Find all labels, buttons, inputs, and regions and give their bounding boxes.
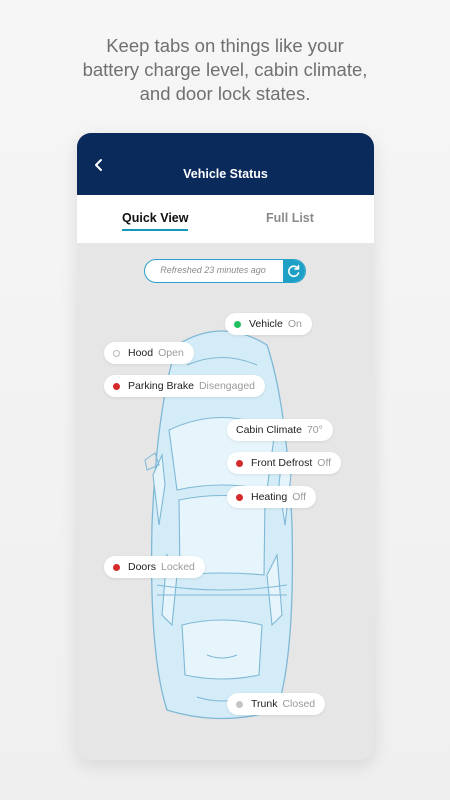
status-value: 70°	[306, 424, 323, 436]
status-value: Off	[317, 457, 332, 469]
status-value: Disengaged	[198, 380, 255, 392]
promo-caption: Keep tabs on things like your battery ch…	[0, 34, 450, 106]
status-label: Trunk	[251, 698, 278, 710]
status-label: Parking Brake	[128, 380, 194, 392]
status-value: Open	[158, 347, 184, 359]
status-indicator-icon	[113, 563, 120, 571]
tab-quick-view[interactable]: Quick View	[122, 211, 188, 225]
status-value: Off	[292, 491, 307, 503]
refresh-timestamp: Refreshed 23 minutes ago	[160, 265, 266, 275]
status-front-defrost[interactable]: Front Defrost Off	[227, 452, 342, 474]
status-label: Cabin Climate	[236, 424, 302, 436]
status-parking-brake[interactable]: Parking Brake Disengaged	[104, 375, 265, 397]
app-header: Vehicle Status	[77, 133, 374, 195]
page-title: Vehicle Status	[183, 167, 268, 181]
refresh-icon	[288, 264, 300, 277]
status-label: Hood	[128, 347, 154, 359]
status-indicator-icon	[236, 459, 243, 467]
caption-line-1: Keep tabs on things like your	[106, 35, 344, 56]
status-hood[interactable]: Hood Open	[104, 342, 194, 364]
status-doors[interactable]: Doors Locked	[104, 556, 205, 578]
active-tab-indicator	[122, 229, 188, 231]
status-value: On	[287, 318, 302, 330]
status-cabin-climate[interactable]: Cabin Climate 70°	[227, 419, 333, 441]
status-indicator-icon	[234, 320, 241, 328]
status-indicator-icon	[113, 349, 120, 357]
status-value: Closed	[282, 698, 316, 710]
status-indicator-icon	[236, 493, 243, 501]
refresh-button[interactable]	[283, 260, 305, 282]
caption-line-3: and door lock states.	[139, 83, 311, 104]
caption-line-2: battery charge level, cabin climate,	[82, 59, 368, 80]
status-value: Locked	[161, 561, 195, 573]
status-label: Doors	[128, 561, 157, 573]
tab-full-list[interactable]: Full List	[266, 211, 314, 225]
status-heating[interactable]: Heating Off	[227, 486, 317, 508]
status-indicator-icon	[236, 700, 243, 708]
status-label: Heating	[251, 491, 288, 503]
phone-screen: Vehicle Status Quick View Full List Refr…	[77, 133, 374, 760]
status-vehicle[interactable]: Vehicle On	[225, 313, 312, 335]
status-label: Front Defrost	[251, 457, 313, 469]
status-trunk[interactable]: Trunk Closed	[227, 693, 326, 715]
tab-bar: Quick View Full List	[77, 195, 374, 243]
status-label: Vehicle	[249, 318, 283, 330]
refresh-bar: Refreshed 23 minutes ago	[144, 259, 306, 283]
status-indicator-icon	[113, 382, 120, 390]
